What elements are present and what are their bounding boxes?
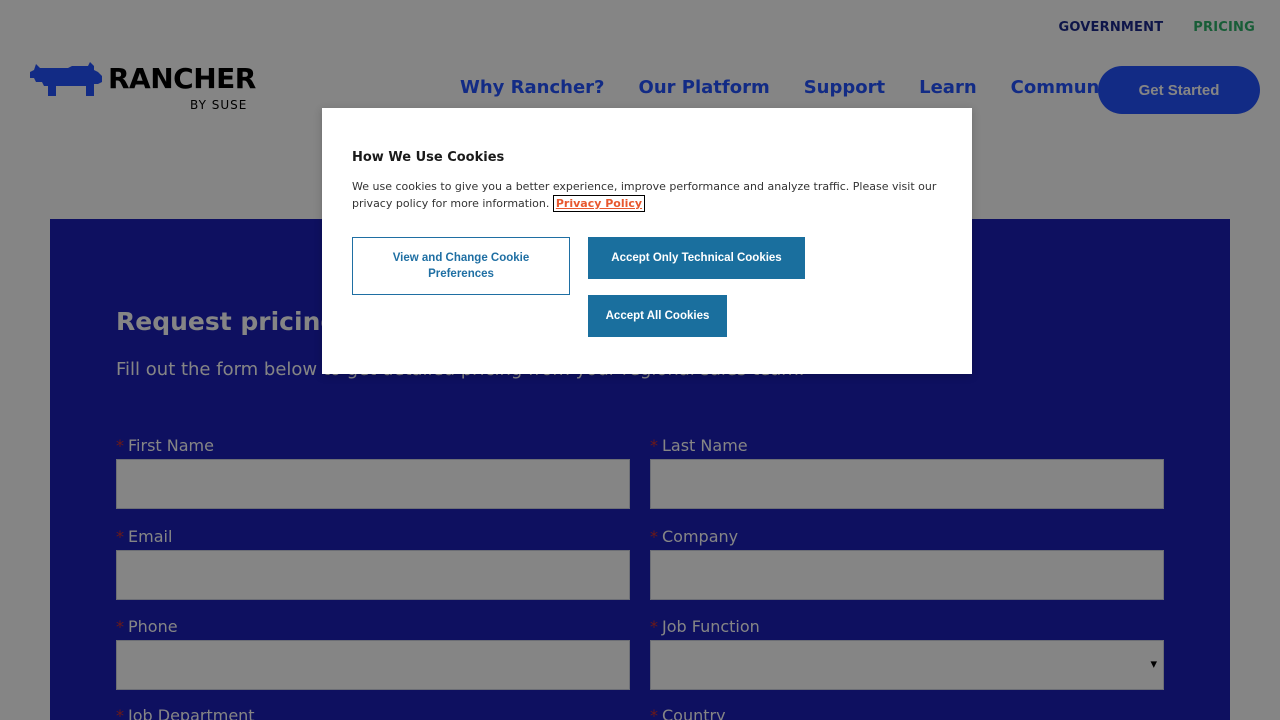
privacy-policy-link[interactable]: Privacy Policy bbox=[552, 195, 646, 212]
accept-all-cookies-button[interactable]: Accept All Cookies bbox=[588, 295, 727, 337]
cookie-consent-dialog: How We Use Cookies We use cookies to giv… bbox=[322, 108, 972, 374]
cookie-preferences-button[interactable]: View and Change Cookie Preferences bbox=[352, 237, 570, 295]
cookie-dialog-title: How We Use Cookies bbox=[352, 150, 505, 165]
cookie-description: We use cookies to give you a better expe… bbox=[352, 180, 937, 212]
accept-technical-cookies-button[interactable]: Accept Only Technical Cookies bbox=[588, 237, 805, 279]
